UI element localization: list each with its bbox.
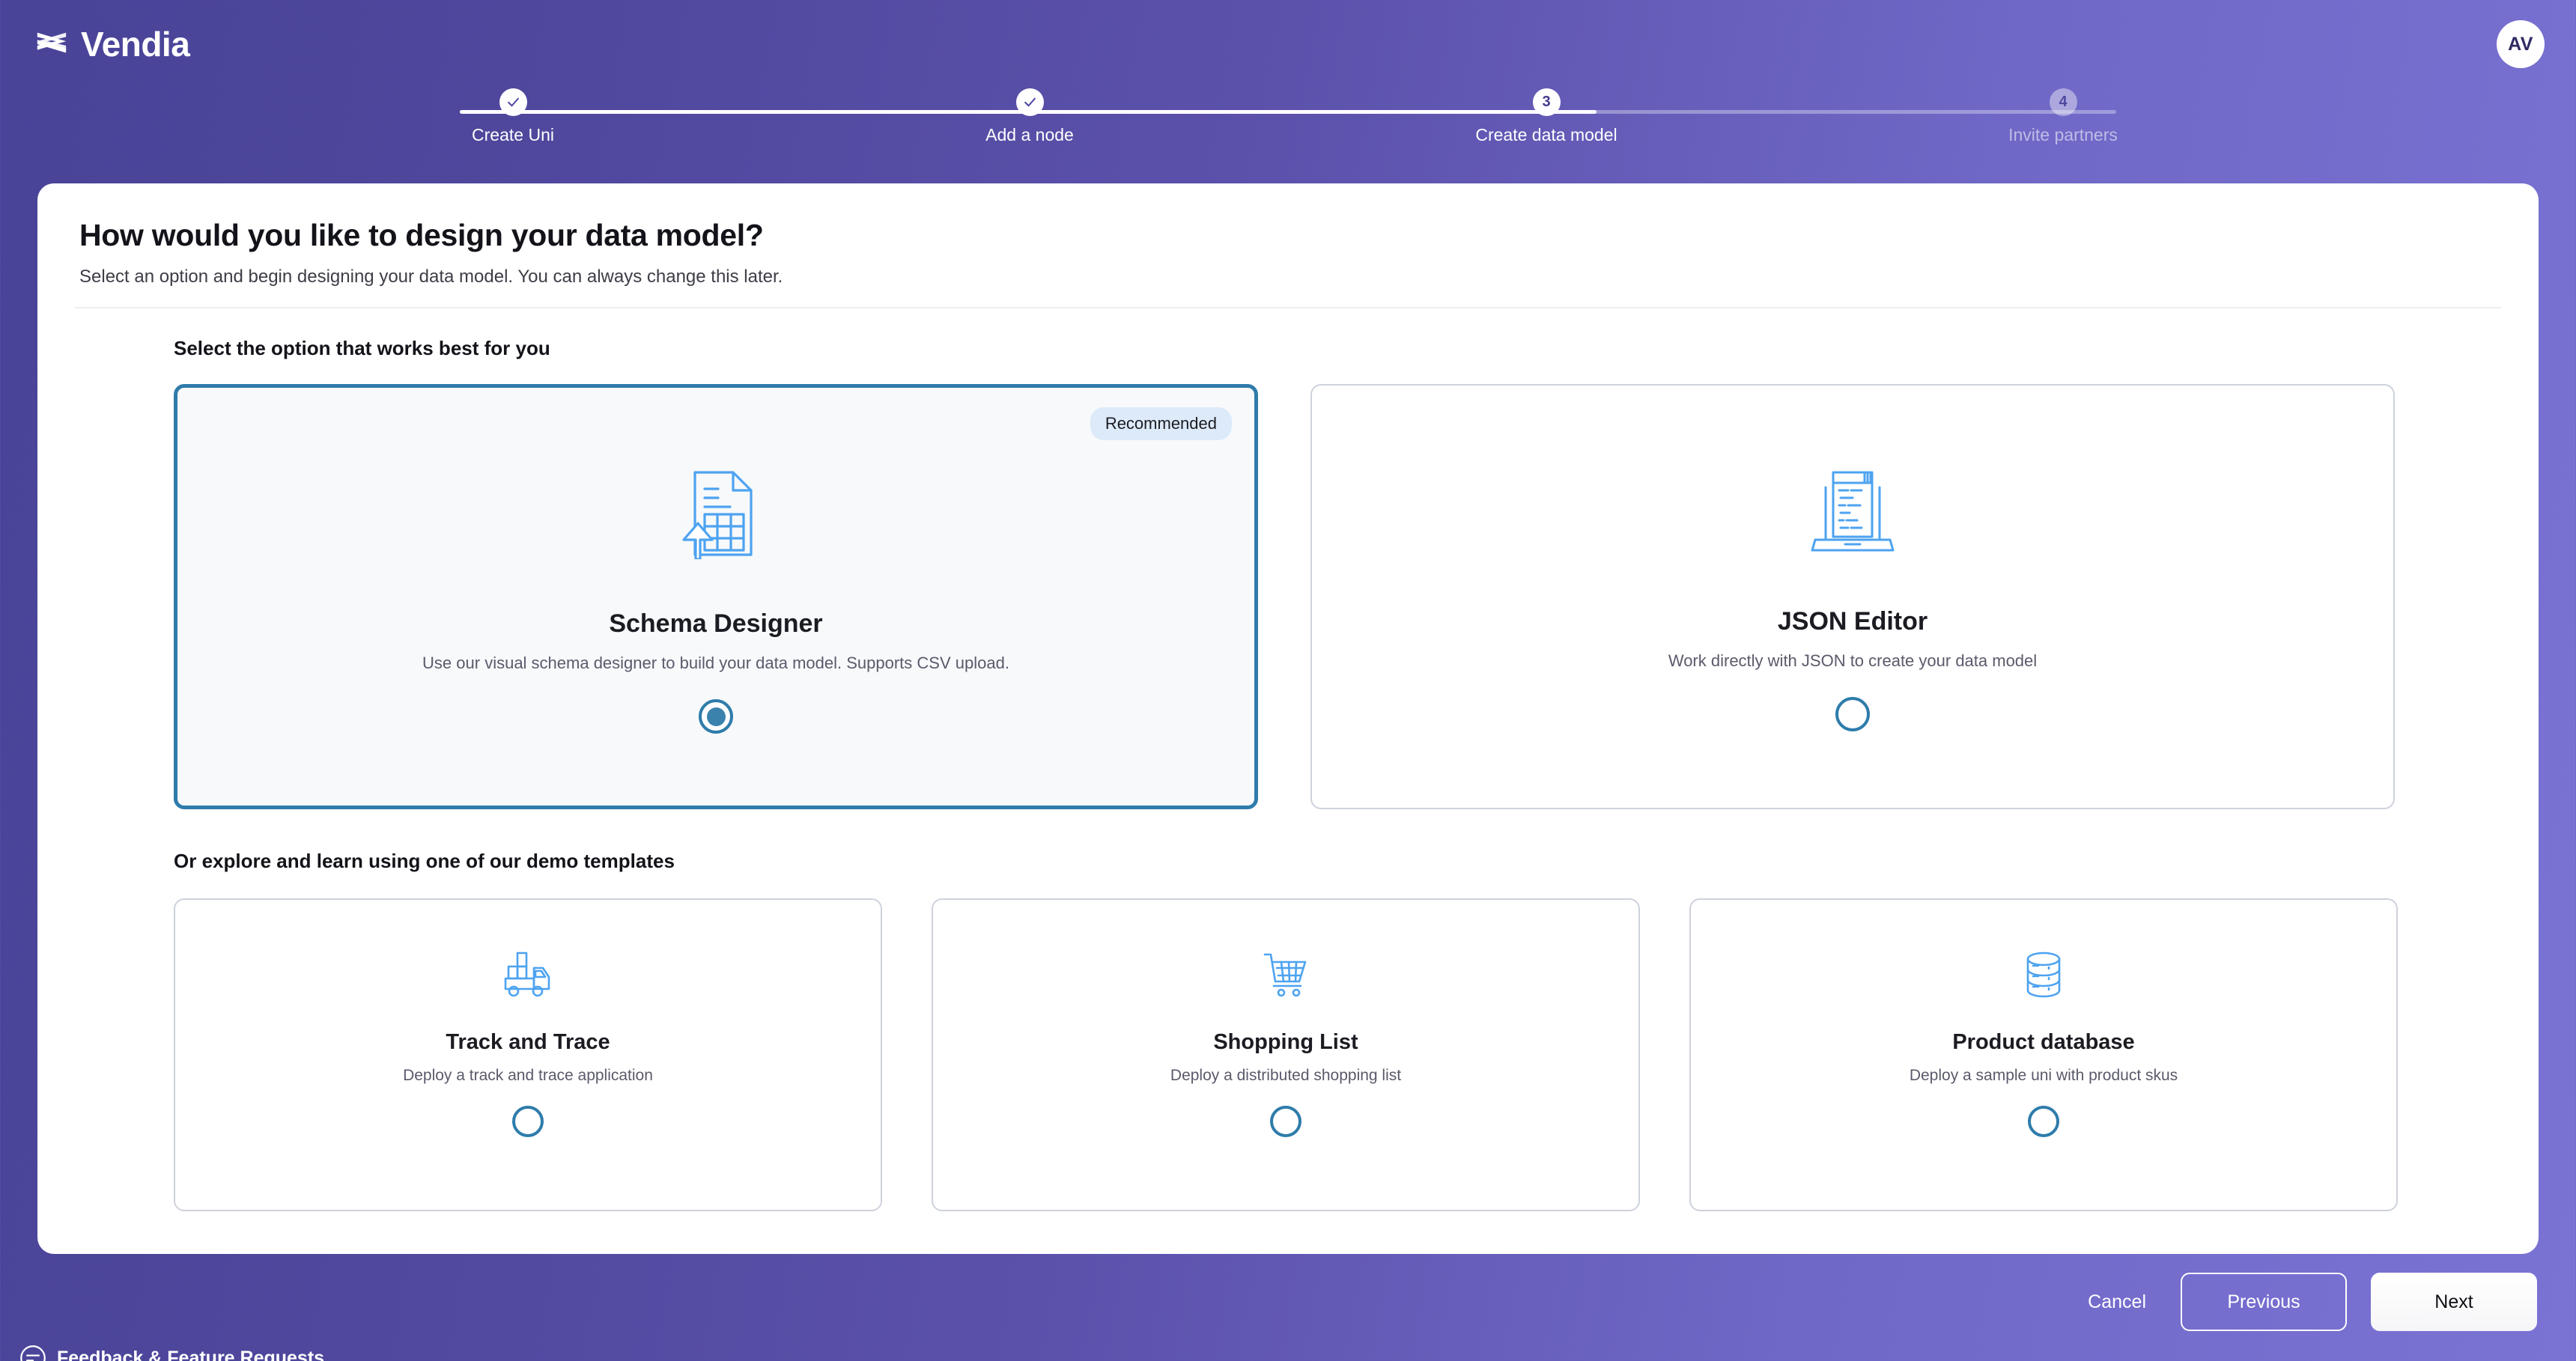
options-heading: Select the option that works best for yo… <box>174 337 550 359</box>
next-button[interactable]: Next <box>2371 1273 2537 1331</box>
radio-shopping-list[interactable] <box>1270 1106 1301 1137</box>
avatar[interactable]: AV <box>2497 20 2545 68</box>
stepper-dot-4: 4 <box>2049 88 2077 116</box>
stepper-label-1: Create Uni <box>472 125 554 144</box>
radio-product-database[interactable] <box>2028 1106 2059 1137</box>
template-title-track-and-trace: Track and Trace <box>446 1030 610 1054</box>
option-card-schema-designer[interactable]: Recommended Schema Designer Use our visu… <box>174 384 1258 809</box>
design-option-list: Recommended Schema Designer Use our visu… <box>174 384 2497 809</box>
template-card-shopping-list[interactable]: Shopping List Deploy a distributed shopp… <box>932 898 1640 1211</box>
option-card-json-editor[interactable]: JSON Editor Work directly with JSON to c… <box>1310 384 2395 809</box>
document-table-upload-icon <box>675 467 757 560</box>
previous-button[interactable]: Previous <box>2181 1273 2347 1331</box>
template-description-product-database: Deploy a sample uni with product skus <box>1909 1067 2178 1084</box>
progress-stepper: Create Uni Add a node 3 Create data mode… <box>0 88 2576 171</box>
option-description-schema-designer: Use our visual schema designer to build … <box>422 654 1009 672</box>
main-panel: How would you like to design your data m… <box>37 183 2539 1254</box>
check-icon <box>507 97 519 107</box>
footer-actions: Cancel Previous Next <box>2077 1273 2537 1331</box>
stepper-dot-1 <box>499 88 527 116</box>
radio-json-editor[interactable] <box>1835 697 1870 731</box>
template-title-shopping-list: Shopping List <box>1213 1030 1358 1054</box>
stepper-step-create-uni[interactable]: Create Uni <box>434 88 592 145</box>
page-title: How would you like to design your data m… <box>79 218 764 252</box>
brand-name: Vendia <box>81 25 190 64</box>
template-title-product-database: Product database <box>1952 1030 2135 1054</box>
brand-logo[interactable]: Vendia <box>34 25 190 64</box>
vendia-logo-icon <box>37 32 67 53</box>
page-subtitle: Select an option and begin designing you… <box>79 267 783 287</box>
feedback-widget[interactable]: Feedback & Feature Requests <box>19 1345 324 1361</box>
templates-heading: Or explore and learn using one of our de… <box>174 850 675 872</box>
status-badge: Recommended <box>1090 407 1232 440</box>
stepper-label-2: Add a node <box>985 125 1074 144</box>
option-description-json-editor: Work directly with JSON to create your d… <box>1668 651 2038 670</box>
laptop-code-icon <box>1806 465 1899 558</box>
stepper-step-invite-partners[interactable]: 4 Invite partners <box>1984 88 2142 145</box>
divider <box>75 307 2501 308</box>
template-description-track-and-trace: Deploy a track and trace application <box>403 1067 653 1084</box>
stepper-label-3: Create data model <box>1475 125 1617 144</box>
feedback-icon <box>20 1345 46 1361</box>
template-description-shopping-list: Deploy a distributed shopping list <box>1170 1067 1402 1084</box>
demo-template-list: Track and Trace Deploy a track and trace… <box>174 898 2497 1211</box>
cancel-button[interactable]: Cancel <box>2077 1291 2157 1313</box>
delivery-truck-icon <box>501 951 555 999</box>
stepper-label-4: Invite partners <box>2008 125 2118 144</box>
option-title-json-editor: JSON Editor <box>1777 607 1928 636</box>
stepper-dot-2 <box>1015 88 1044 116</box>
stepper-step-create-data-model[interactable]: 3 Create data model <box>1468 88 1625 145</box>
shopping-cart-icon <box>1262 951 1310 999</box>
stepper-step-add-node[interactable]: Add a node <box>951 88 1108 145</box>
check-icon <box>1024 97 1036 107</box>
template-card-track-and-trace[interactable]: Track and Trace Deploy a track and trace… <box>174 898 882 1211</box>
database-stack-icon <box>2023 951 2064 999</box>
radio-track-and-trace[interactable] <box>512 1106 544 1137</box>
radio-schema-designer[interactable] <box>699 699 733 734</box>
option-title-schema-designer: Schema Designer <box>609 609 823 638</box>
stepper-dot-3: 3 <box>1532 88 1561 116</box>
template-card-product-database[interactable]: Product database Deploy a sample uni wit… <box>1689 898 2398 1211</box>
top-bar: Vendia AV <box>0 0 2576 88</box>
feedback-label: Feedback & Feature Requests <box>57 1347 325 1361</box>
